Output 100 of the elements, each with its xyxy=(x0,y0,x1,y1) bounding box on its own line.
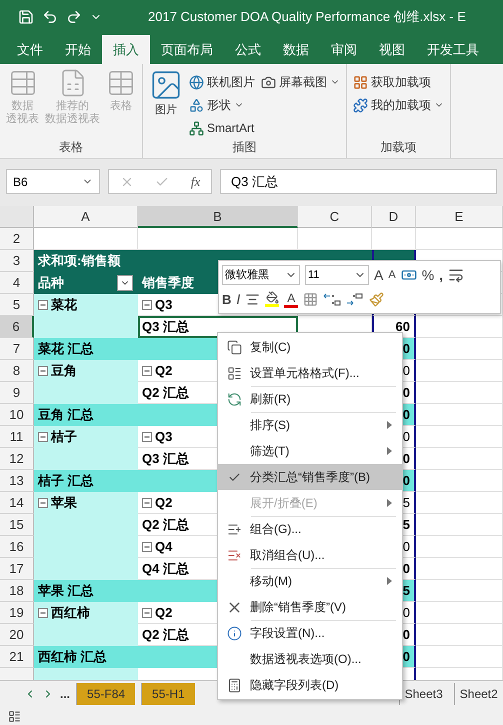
menu-item[interactable]: 排序(S) xyxy=(218,412,402,438)
row-header[interactable]: 17 xyxy=(0,558,34,580)
wrap-icon[interactable] xyxy=(448,266,464,283)
row-header[interactable]: 18 xyxy=(0,580,34,602)
percent-button[interactable]: % xyxy=(422,266,434,283)
row-header[interactable]: 16 xyxy=(0,536,34,558)
field-settings-icon xyxy=(226,626,242,640)
row-header[interactable]: 11 xyxy=(0,426,34,448)
ribbon-tab[interactable]: 开发工具 xyxy=(416,35,490,64)
menu-item[interactable]: 复制(C) xyxy=(218,334,402,360)
italic-button[interactable]: I xyxy=(236,291,240,308)
ribbon-button[interactable]: SmartArt xyxy=(189,118,255,138)
collapse-icon[interactable] xyxy=(142,300,152,310)
menu-item[interactable]: 数据透视表选项(O)... xyxy=(218,646,402,672)
menu-item[interactable]: 组合(G)... xyxy=(218,516,402,542)
row-header[interactable]: 2 xyxy=(0,228,34,250)
comma-button[interactable]: , xyxy=(439,266,444,283)
menu-item[interactable]: 隐藏字段列表(D) xyxy=(218,672,402,698)
ribbon-button[interactable]: 联机图片 xyxy=(189,72,255,92)
menu-item[interactable]: 字段设置(N)... xyxy=(218,620,402,646)
align-center-icon[interactable] xyxy=(245,292,260,307)
collapse-icon[interactable] xyxy=(38,498,48,508)
row-header[interactable]: 9 xyxy=(0,382,34,404)
ribbon-tab[interactable]: 插入 xyxy=(102,35,150,64)
row-header[interactable]: 3 xyxy=(0,250,34,272)
ribbon-tab[interactable]: 页面布局 xyxy=(150,35,224,64)
row-header[interactable]: 7 xyxy=(0,338,34,360)
shrink-font-button[interactable]: A xyxy=(388,268,396,281)
row-header[interactable]: 6 xyxy=(0,316,34,338)
collapse-icon[interactable] xyxy=(38,608,48,618)
ribbon-tab[interactable]: 文件 xyxy=(6,35,54,64)
row-header[interactable]: 14 xyxy=(0,492,34,514)
column-header[interactable]: D xyxy=(372,206,416,228)
cell-text: 豆角 xyxy=(51,362,77,380)
row-header[interactable]: 15 xyxy=(0,514,34,536)
collapse-icon[interactable] xyxy=(142,366,152,376)
ribbon-tab[interactable]: 开始 xyxy=(54,35,102,64)
row-header[interactable]: 4 xyxy=(0,272,34,294)
row-header[interactable]: 12 xyxy=(0,448,34,470)
collapse-icon[interactable] xyxy=(142,498,152,508)
row-header[interactable]: 13 xyxy=(0,470,34,492)
ribbon-button[interactable]: 屏幕截图 xyxy=(261,72,340,92)
sheet-tab[interactable]: 55-F84 xyxy=(76,682,136,704)
ribbon-button[interactable]: 图片 xyxy=(149,68,183,139)
filter-button[interactable] xyxy=(117,274,133,290)
row-header[interactable]: 20 xyxy=(0,624,34,646)
row-header[interactable]: 8 xyxy=(0,360,34,382)
fill-color-icon[interactable] xyxy=(265,291,280,308)
ribbon-button[interactable]: 我的加载项 xyxy=(353,95,444,115)
sheet-tab[interactable]: 55-H1 xyxy=(141,682,195,704)
row-header[interactable]: 19 xyxy=(0,602,34,624)
submenu-arrow-icon xyxy=(387,447,392,455)
menu-item[interactable]: 刷新(R) xyxy=(218,386,402,412)
ribbon-tab[interactable]: 数据 xyxy=(272,35,320,64)
cell-text: Q4 xyxy=(155,539,172,554)
collapse-icon[interactable] xyxy=(142,608,152,618)
copy-icon xyxy=(226,340,242,354)
refresh-icon xyxy=(226,392,242,406)
undo-icon[interactable] xyxy=(42,8,58,24)
column-header[interactable]: E xyxy=(416,206,503,228)
row-header[interactable]: 21 xyxy=(0,646,34,668)
macro-record-icon[interactable] xyxy=(8,710,21,722)
menu-item[interactable]: 移动(M) xyxy=(218,568,402,594)
row-header[interactable]: 10 xyxy=(0,404,34,426)
collapse-icon[interactable] xyxy=(38,432,48,442)
menu-item[interactable]: 删除“销售季度”(V) xyxy=(218,594,402,620)
bold-button[interactable]: B xyxy=(222,292,232,307)
borders-icon[interactable] xyxy=(303,292,318,307)
submenu-arrow-icon xyxy=(387,499,392,507)
menu-item[interactable]: 分类汇总“销售季度”(B) xyxy=(218,464,402,490)
column-header[interactable]: B xyxy=(138,206,298,228)
insert-function-button[interactable]: fx xyxy=(190,174,200,190)
save-icon[interactable] xyxy=(18,8,34,24)
grow-font-button[interactable]: A xyxy=(374,266,384,283)
increase-decimal-icon[interactable] xyxy=(323,292,342,306)
row-header[interactable]: 5 xyxy=(0,294,34,316)
ribbon-button[interactable]: 获取加载项 xyxy=(353,72,444,92)
ribbon-tab[interactable]: 视图 xyxy=(368,35,416,64)
field-list-icon xyxy=(226,678,242,692)
font-select[interactable]: 微软雅黑 xyxy=(222,264,300,285)
collapse-icon[interactable] xyxy=(142,542,152,552)
formula-field[interactable]: Q3 汇总 xyxy=(220,169,497,194)
format-painter-icon[interactable] xyxy=(369,292,384,307)
ribbon-tab[interactable]: 公式 xyxy=(224,35,272,64)
redo-icon[interactable] xyxy=(66,8,82,24)
column-header[interactable]: A xyxy=(34,206,138,228)
ribbon-tab[interactable]: 审阅 xyxy=(320,35,368,64)
collapse-icon[interactable] xyxy=(38,300,48,310)
more-sheets-button[interactable]: ... xyxy=(60,686,70,700)
menu-item[interactable]: 筛选(T) xyxy=(218,438,402,464)
name-box[interactable]: B6 xyxy=(6,169,100,194)
cell-text: Q2 xyxy=(155,495,172,510)
menu-item[interactable]: 设置单元格格式(F)... xyxy=(218,360,402,386)
sheet-tab[interactable]: Sheet2 xyxy=(454,682,503,704)
decrease-decimal-icon[interactable] xyxy=(346,292,364,306)
ribbon-button[interactable]: 形状 xyxy=(189,95,255,115)
column-header[interactable]: C xyxy=(298,206,372,228)
collapse-icon[interactable] xyxy=(38,366,48,376)
collapse-icon[interactable] xyxy=(142,432,152,442)
size-select[interactable]: 11 xyxy=(305,264,369,285)
